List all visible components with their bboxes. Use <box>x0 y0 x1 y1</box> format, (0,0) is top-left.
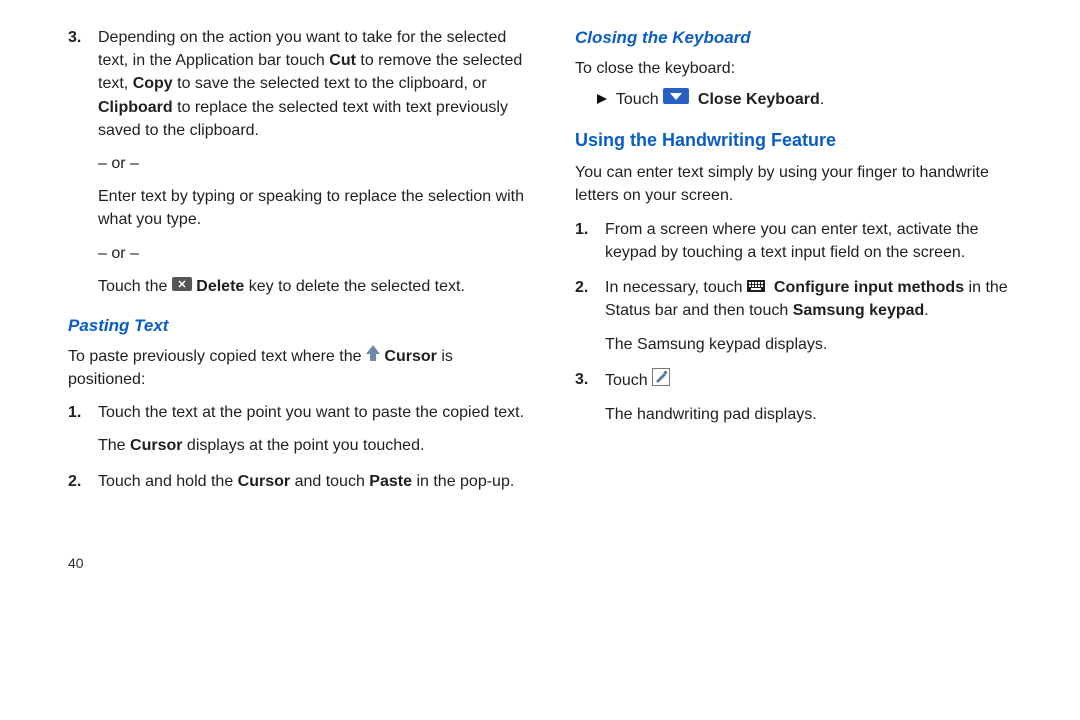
text: Touch <box>605 372 652 389</box>
pasting-text-heading: Pasting Text <box>68 314 525 339</box>
list-number: 2. <box>575 276 605 356</box>
text: Touch <box>616 91 663 108</box>
paste-label: Paste <box>369 473 412 490</box>
paste-step-1: 1. Touch the text at the point you want … <box>68 401 525 457</box>
text-line: Touch the Delete key to delete the selec… <box>98 275 525 298</box>
manual-page: 3. Depending on the action you want to t… <box>0 0 1080 599</box>
text: in the pop-up. <box>412 473 514 490</box>
cut-label: Cut <box>329 52 356 69</box>
paste-step-2: 2. Touch and hold the Cursor and touch P… <box>68 470 525 493</box>
samsung-keypad-label: Samsung keypad <box>793 302 925 319</box>
page-number: 40 <box>68 553 525 573</box>
text: The Samsung keypad displays. <box>605 333 1032 356</box>
text: The <box>98 437 130 454</box>
cursor-label: Cursor <box>384 348 436 365</box>
text: Enter text by typing or speaking to repl… <box>98 185 525 231</box>
step-3: 3. Depending on the action you want to t… <box>68 26 525 298</box>
cursor-icon <box>366 345 380 368</box>
text: In necessary, touch <box>605 279 747 296</box>
list-number: 1. <box>575 218 605 264</box>
paste-step-1-body: Touch the text at the point you want to … <box>98 401 525 457</box>
hand-step-3: 3. Touch The handwriting pad displays. <box>575 368 1032 426</box>
text: key to delete the selected text. <box>249 278 465 295</box>
close-keyboard-label: Close Keyboard <box>698 91 820 108</box>
close-keyboard-icon <box>663 88 689 111</box>
cursor-label: Cursor <box>130 437 182 454</box>
or-separator: – or – <box>98 242 525 265</box>
closing-keyboard-heading: Closing the Keyboard <box>575 26 1032 51</box>
step-3-body: Depending on the action you want to take… <box>98 26 525 298</box>
delete-key-icon <box>172 275 192 298</box>
text: Touch and hold the <box>98 473 238 490</box>
list-number: 3. <box>575 368 605 426</box>
pasting-intro: To paste previously copied text where th… <box>68 345 525 392</box>
copy-label: Copy <box>133 75 173 92</box>
handwriting-icon <box>652 368 670 393</box>
list-number: 1. <box>68 401 98 457</box>
text: . <box>820 91 824 108</box>
cursor-label: Cursor <box>238 473 290 490</box>
text: Touch the <box>98 278 172 295</box>
list-number: 3. <box>68 26 98 298</box>
text-line: The Cursor displays at the point you tou… <box>98 434 525 457</box>
bullet-arrow-icon <box>597 88 607 111</box>
or-separator: – or – <box>98 152 525 175</box>
text: Touch the text at the point you want to … <box>98 404 524 421</box>
configure-input-label: Configure input methods <box>774 279 964 296</box>
hand-step-3-body: Touch The handwriting pad displays. <box>605 368 1032 426</box>
paste-step-2-body: Touch and hold the Cursor and touch Past… <box>98 470 525 493</box>
hand-step-2: 2. In necessary, touch Configure input m… <box>575 276 1032 356</box>
left-column: 3. Depending on the action you want to t… <box>68 26 525 573</box>
text: The handwriting pad displays. <box>605 403 1032 426</box>
hand-step-2-body: In necessary, touch Configure input meth… <box>605 276 1032 356</box>
keyboard-grid-icon <box>747 276 765 299</box>
list-number: 2. <box>68 470 98 493</box>
handwriting-intro: You can enter text simply by using your … <box>575 161 1032 207</box>
text: displays at the point you touched. <box>182 437 424 454</box>
hand-step-1: 1. From a screen where you can enter tex… <box>575 218 1032 264</box>
clipboard-label: Clipboard <box>98 99 173 116</box>
delete-label: Delete <box>196 278 244 295</box>
text: and touch <box>290 473 369 490</box>
text: . <box>924 302 928 319</box>
right-column: Closing the Keyboard To close the keyboa… <box>575 26 1032 573</box>
closing-instruction: Touch Close Keyboard. <box>597 88 1032 111</box>
handwriting-heading: Using the Handwriting Feature <box>575 127 1032 153</box>
closing-intro: To close the keyboard: <box>575 57 1032 80</box>
text: to save the selected text to the clipboa… <box>173 75 487 92</box>
text: From a screen where you can enter text, … <box>605 218 1032 264</box>
text: To paste previously copied text where th… <box>68 348 366 365</box>
